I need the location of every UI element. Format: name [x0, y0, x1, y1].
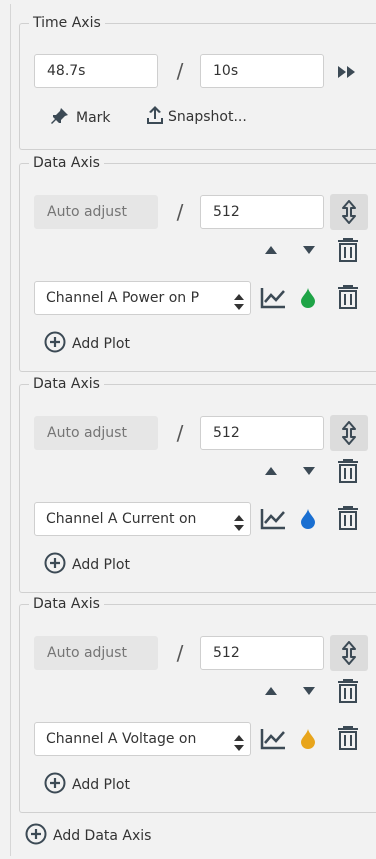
move-up-icon[interactable] [262, 464, 280, 478]
axis-range-input[interactable] [200, 636, 324, 670]
vertical-arrows-icon [342, 200, 356, 224]
fast-forward-icon[interactable] [336, 62, 358, 82]
axis-separator: / [176, 421, 184, 445]
axis-offset-input[interactable] [34, 416, 158, 450]
plot-channel-select[interactable]: Channel A Voltage on [34, 722, 251, 756]
pin-icon [50, 106, 70, 130]
plus-circle-icon [25, 823, 47, 849]
delete-plot-icon[interactable] [336, 284, 360, 310]
add-plot-label: Add Plot [72, 336, 130, 352]
upload-icon [145, 104, 165, 130]
axis-offset-input[interactable] [34, 195, 158, 229]
delete-axis-icon[interactable] [336, 678, 360, 704]
time-separator: / [176, 59, 184, 83]
plus-circle-icon [44, 772, 66, 798]
move-down-icon[interactable] [300, 243, 318, 257]
add-data-axis-label: Add Data Axis [53, 828, 152, 844]
snapshot-button[interactable]: Snapshot... [145, 104, 247, 130]
time-axis-group: Time Axis / Mark Snapshot... [19, 15, 376, 150]
data-axis-legend: Data Axis [29, 596, 104, 612]
axis-range-input[interactable] [200, 416, 324, 450]
plot-channel-select[interactable]: Channel A Current on [34, 502, 251, 536]
color-drop-icon[interactable] [297, 505, 319, 533]
select-arrows-icon [234, 511, 244, 535]
color-drop-icon[interactable] [297, 284, 319, 312]
plot-channel-value: Channel A Voltage on [46, 731, 197, 747]
data-axis-legend: Data Axis [29, 376, 104, 392]
select-arrows-icon [234, 731, 244, 755]
data-axis-group: Data Axis / Channel A Current on [19, 376, 376, 593]
line-chart-icon[interactable] [259, 506, 287, 532]
time-position-input[interactable] [34, 54, 158, 88]
move-up-icon[interactable] [262, 243, 280, 257]
axis-offset-input[interactable] [34, 636, 158, 670]
add-data-axis-button[interactable]: Add Data Axis [25, 823, 151, 849]
snapshot-label: Snapshot... [168, 109, 247, 125]
vertical-arrows-icon [342, 641, 356, 665]
delete-axis-icon[interactable] [336, 237, 360, 263]
axis-separator: / [176, 641, 184, 665]
time-axis-legend: Time Axis [29, 15, 105, 31]
data-axis-group: Data Axis / Channel A Voltage on [19, 596, 376, 813]
line-chart-icon[interactable] [259, 285, 287, 311]
plot-channel-value: Channel A Power on P [46, 290, 200, 306]
select-arrows-icon [234, 290, 244, 314]
plot-channel-value: Channel A Current on [46, 511, 197, 527]
axis-settings-panel: Time Axis / Mark Snapshot... Data Axis / [10, 4, 376, 856]
line-chart-icon[interactable] [259, 726, 287, 752]
auto-scale-button[interactable] [330, 415, 368, 451]
add-plot-label: Add Plot [72, 777, 130, 793]
delete-plot-icon[interactable] [336, 505, 360, 531]
time-span-input[interactable] [200, 54, 324, 88]
mark-label: Mark [76, 110, 111, 126]
add-plot-button[interactable]: Add Plot [44, 331, 130, 357]
move-down-icon[interactable] [300, 464, 318, 478]
auto-scale-button[interactable] [330, 194, 368, 230]
plus-circle-icon [44, 552, 66, 578]
axis-range-input[interactable] [200, 195, 324, 229]
vertical-arrows-icon [342, 421, 356, 445]
delete-axis-icon[interactable] [336, 458, 360, 484]
plot-channel-select[interactable]: Channel A Power on P [34, 281, 251, 315]
move-down-icon[interactable] [300, 684, 318, 698]
auto-scale-button[interactable] [330, 635, 368, 671]
move-up-icon[interactable] [262, 684, 280, 698]
delete-plot-icon[interactable] [336, 725, 360, 751]
add-plot-label: Add Plot [72, 557, 130, 573]
color-drop-icon[interactable] [297, 725, 319, 753]
mark-button[interactable]: Mark [50, 106, 111, 130]
add-plot-button[interactable]: Add Plot [44, 772, 130, 798]
data-axis-group: Data Axis / Channel A Power on P [19, 155, 376, 372]
axis-separator: / [176, 200, 184, 224]
data-axis-legend: Data Axis [29, 155, 104, 171]
plus-circle-icon [44, 331, 66, 357]
add-plot-button[interactable]: Add Plot [44, 552, 130, 578]
